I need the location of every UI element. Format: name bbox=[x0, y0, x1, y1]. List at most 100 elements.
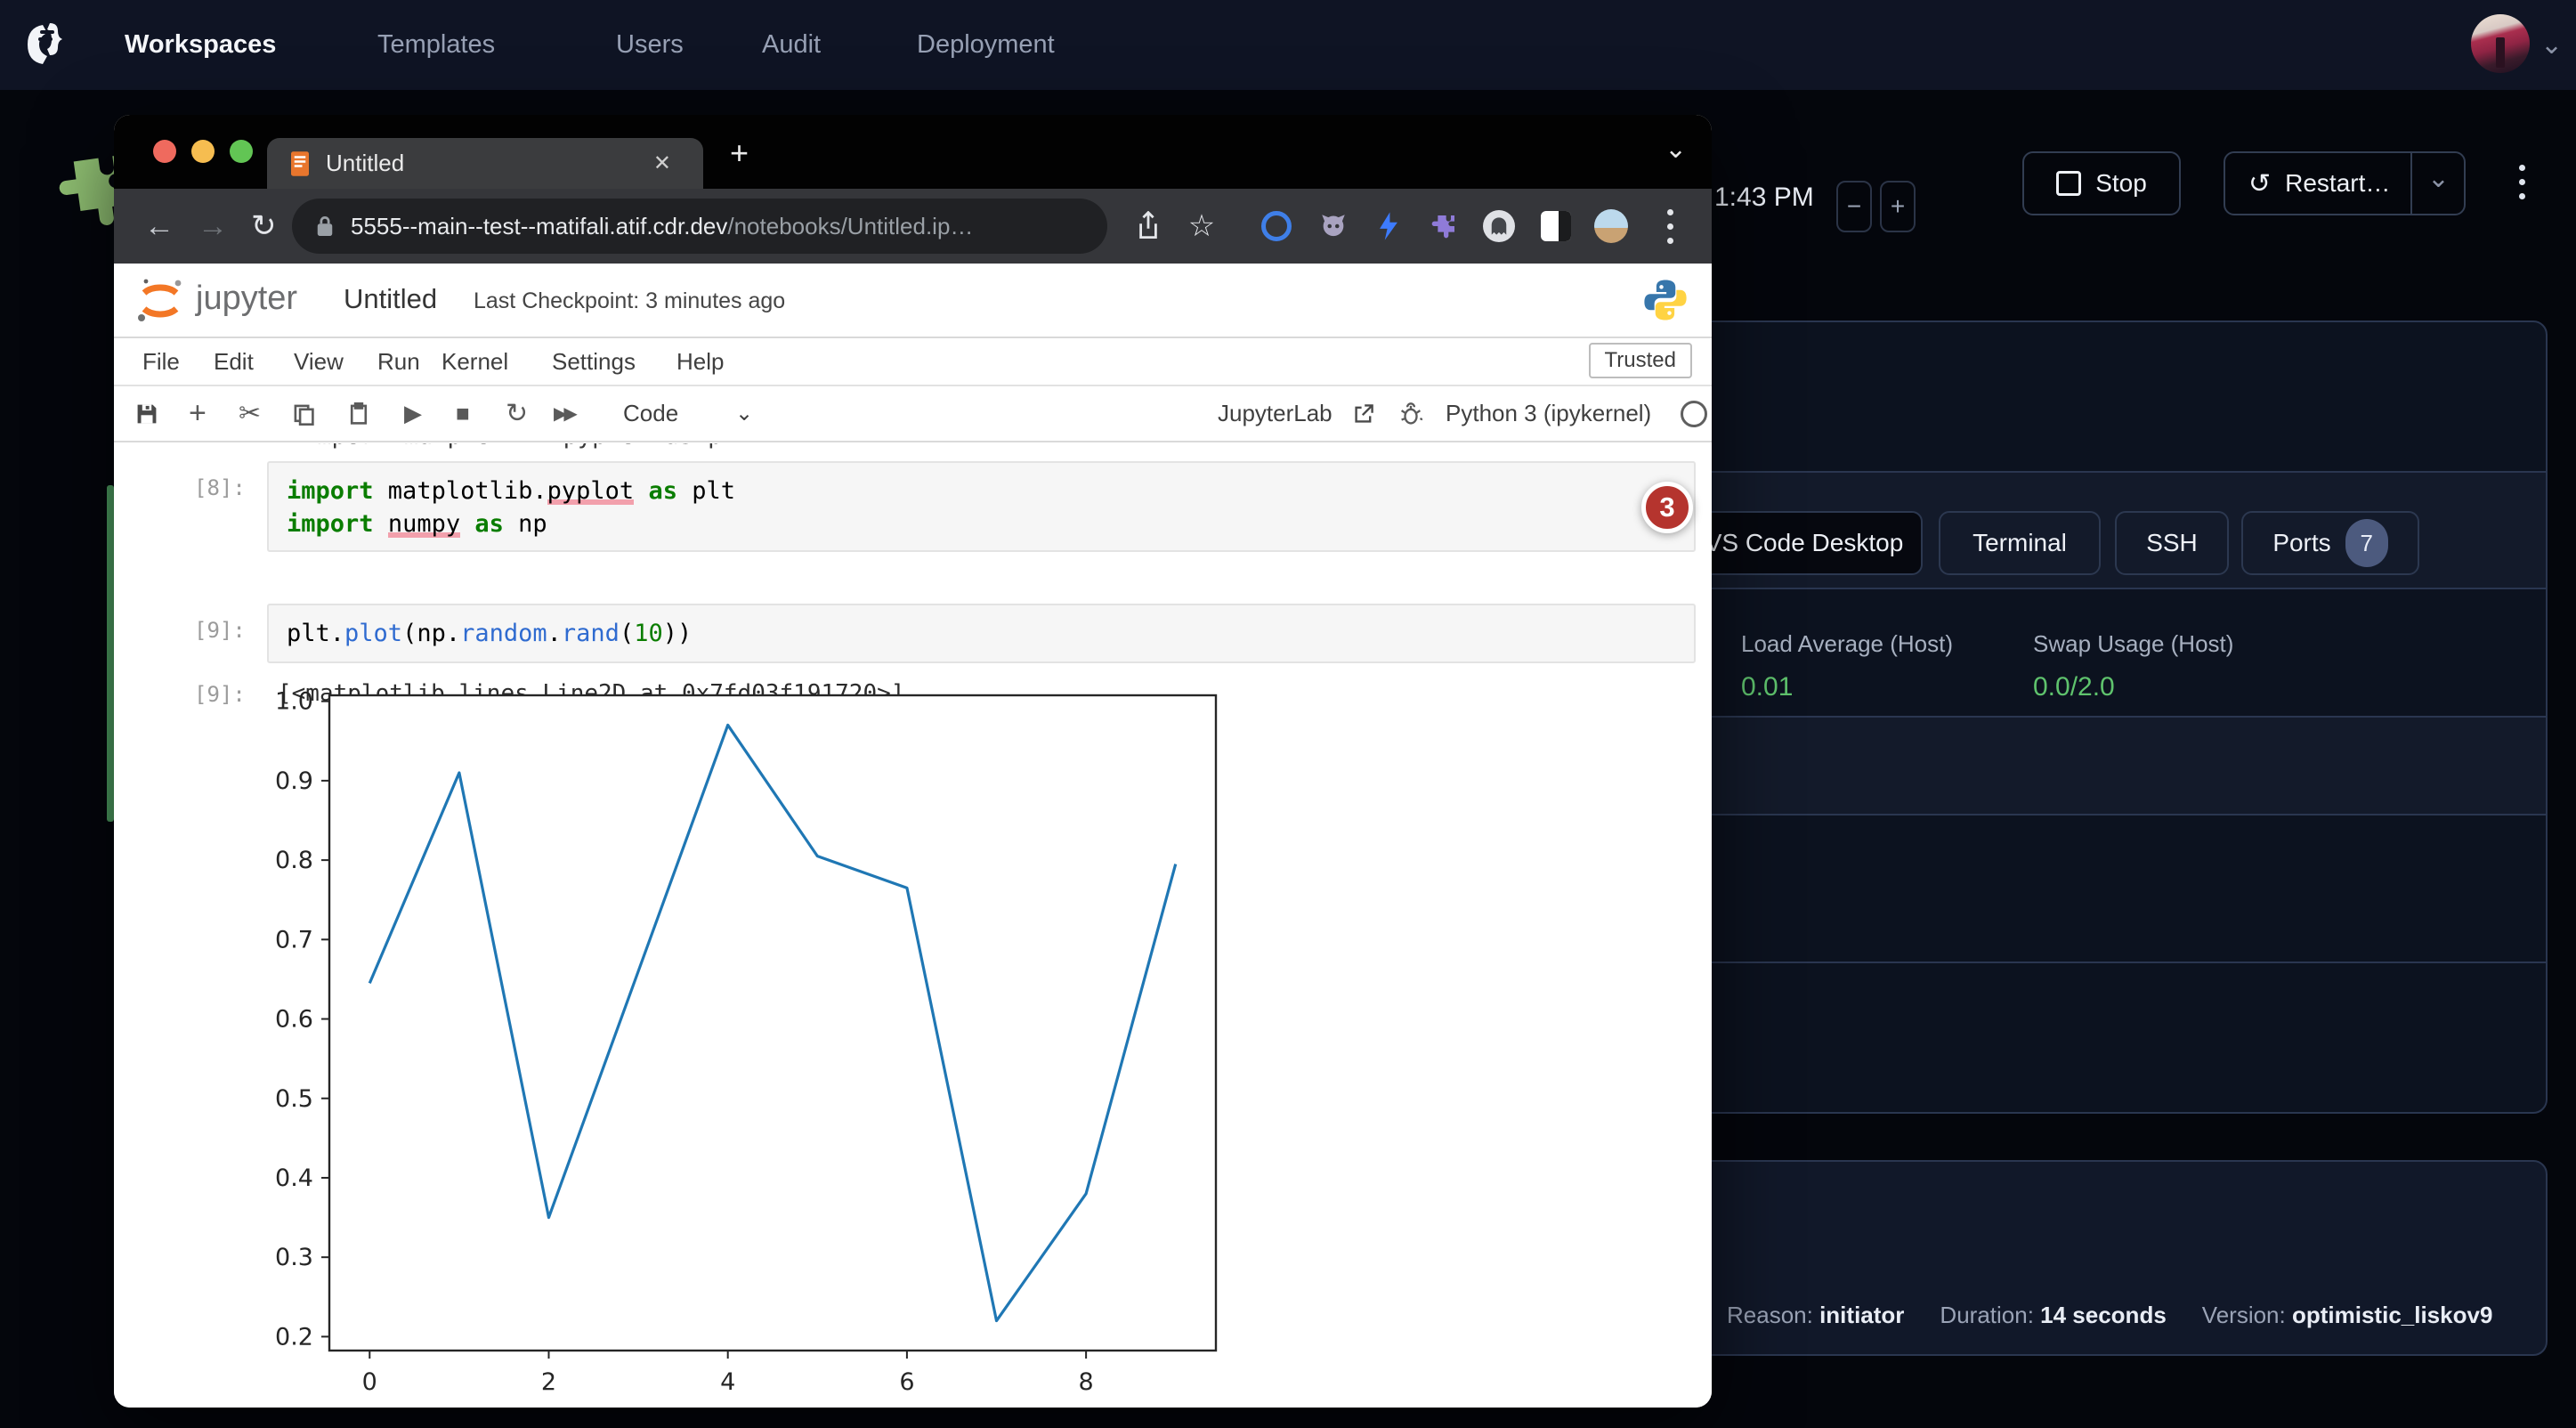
menu-file[interactable]: File bbox=[142, 338, 180, 385]
build-duration: Duration: 14 seconds bbox=[1940, 1302, 2166, 1329]
address-bar[interactable]: 5555--main--test--matifali.atif.cdr.dev/… bbox=[292, 199, 1107, 254]
scrolled-code-remnant: import matplotlib.pyplot as plt bbox=[303, 443, 872, 455]
open-jupyterlab-link[interactable]: JupyterLab bbox=[1218, 386, 1333, 441]
nav-item-users[interactable]: Users bbox=[616, 0, 684, 90]
menu-help[interactable]: Help bbox=[676, 338, 724, 385]
workspace-running-status-bar bbox=[107, 485, 114, 822]
reload-button[interactable]: ↻ bbox=[251, 189, 277, 264]
code-line: import numpy as np bbox=[287, 507, 1676, 540]
chrome-profile-avatar[interactable] bbox=[1588, 189, 1634, 264]
tab-title: Untitled bbox=[326, 150, 404, 177]
cell8-code[interactable]: import matplotlib.pyplot as plt import n… bbox=[267, 461, 1696, 552]
output9-prompt: [9]: bbox=[194, 682, 246, 707]
user-avatar[interactable] bbox=[2471, 14, 2530, 73]
nav-item-deployment[interactable]: Deployment bbox=[917, 0, 1055, 90]
nav-item-workspaces[interactable]: Workspaces bbox=[125, 0, 276, 90]
stat-swap-usage: Swap Usage (Host) 0.0/2.0 bbox=[2033, 630, 2233, 702]
new-tab-button[interactable]: + bbox=[730, 134, 749, 172]
window-close-button[interactable] bbox=[153, 140, 176, 163]
terminal-button[interactable]: Terminal bbox=[1939, 511, 2101, 575]
menu-settings[interactable]: Settings bbox=[552, 338, 636, 385]
notification-count-badge[interactable]: 3 bbox=[1641, 482, 1693, 533]
restart-label: Restart… bbox=[2285, 169, 2390, 198]
svg-text:8: 8 bbox=[1079, 1368, 1094, 1396]
add-cell-button[interactable]: + bbox=[189, 386, 207, 441]
browser-window: Untitled ✕ + ⌄ ← → ↻ 5555--main--test--m… bbox=[114, 115, 1712, 1408]
ports-button[interactable]: Ports 7 bbox=[2241, 511, 2419, 575]
browser-tab[interactable]: Untitled ✕ bbox=[267, 138, 703, 189]
jupyter-header: jupyter Untitled Last Checkpoint: 3 minu… bbox=[114, 264, 1712, 338]
build-version: Version: optimistic_liskov9 bbox=[2202, 1302, 2493, 1329]
bolt-extension-icon[interactable] bbox=[1365, 189, 1412, 264]
split-button-divider bbox=[2410, 153, 2412, 214]
interrupt-kernel-button[interactable]: ■ bbox=[456, 386, 470, 441]
zoom-out-button[interactable]: − bbox=[1836, 181, 1872, 232]
lock-icon bbox=[315, 214, 335, 239]
menu-kernel[interactable]: Kernel bbox=[441, 338, 508, 385]
menu-edit[interactable]: Edit bbox=[214, 338, 254, 385]
debugger-bug-icon[interactable] bbox=[1399, 386, 1422, 441]
menu-run[interactable]: Run bbox=[377, 338, 420, 385]
tab-close-icon[interactable]: ✕ bbox=[653, 150, 671, 176]
terminal-label: Terminal bbox=[1973, 529, 2067, 557]
svg-text:6: 6 bbox=[899, 1368, 914, 1396]
external-link-icon[interactable] bbox=[1353, 386, 1374, 441]
user-menu-chevron-icon[interactable]: ⌄ bbox=[2540, 32, 2563, 59]
ghostery-extension-icon[interactable] bbox=[1476, 189, 1522, 264]
restart-run-all-button[interactable]: ▶▶ bbox=[554, 386, 574, 441]
back-button[interactable]: ← bbox=[144, 189, 174, 264]
code-line: import matplotlib.pyplot as plt bbox=[287, 475, 1676, 507]
nav-item-templates[interactable]: Templates bbox=[377, 0, 495, 90]
stat-load-average: Load Average (Host) 0.01 bbox=[1741, 630, 1953, 702]
notebook-checkpoint: Last Checkpoint: 3 minutes ago bbox=[474, 288, 785, 314]
kernel-status-icon bbox=[1681, 386, 1707, 441]
kernel-name-label[interactable]: Python 3 (ipykernel) bbox=[1446, 386, 1651, 441]
bookmark-star-button[interactable]: ☆ bbox=[1179, 189, 1225, 264]
window-maximize-button[interactable] bbox=[230, 140, 253, 163]
paste-cell-button[interactable] bbox=[347, 386, 370, 441]
workspace-more-menu-button[interactable] bbox=[2519, 157, 2525, 207]
svg-text:0.8: 0.8 bbox=[275, 847, 313, 874]
github-extension-icon[interactable] bbox=[1310, 189, 1357, 264]
window-minimize-button[interactable] bbox=[191, 140, 215, 163]
save-button[interactable] bbox=[135, 386, 158, 441]
ports-count-badge: 7 bbox=[2345, 519, 2388, 567]
forward-button[interactable]: → bbox=[198, 189, 228, 264]
trusted-button[interactable]: Trusted bbox=[1589, 343, 1692, 378]
notebook-file-icon bbox=[288, 150, 312, 177]
share-button[interactable] bbox=[1125, 189, 1171, 264]
restart-workspace-button[interactable]: ↺ Restart… ⌄ bbox=[2224, 151, 2466, 215]
restart-kernel-button[interactable]: ↻ bbox=[506, 386, 528, 441]
svg-text:0: 0 bbox=[362, 1368, 377, 1396]
zoom-in-button[interactable]: + bbox=[1880, 181, 1916, 232]
screen: Workspaces Templates Users Audit Deploym… bbox=[0, 0, 2576, 1428]
notebook-title[interactable]: Untitled bbox=[344, 283, 437, 315]
cell9-prompt: [9]: bbox=[194, 618, 246, 643]
cut-cell-button[interactable]: ✂ bbox=[239, 386, 261, 441]
stop-icon bbox=[2056, 171, 2081, 196]
splitview-extension-icon[interactable] bbox=[1533, 189, 1579, 264]
cell9-code[interactable]: plt.plot(np.random.rand(10)) bbox=[267, 604, 1696, 663]
nav-item-label: Deployment bbox=[917, 30, 1055, 60]
nav-item-audit[interactable]: Audit bbox=[762, 0, 821, 90]
coder-logo-icon[interactable] bbox=[16, 16, 73, 73]
stop-workspace-button[interactable]: Stop bbox=[2022, 151, 2181, 215]
cell-type-select[interactable]: Code bbox=[623, 386, 678, 441]
python-logo-icon bbox=[1641, 276, 1689, 324]
clock-time: 1:43 PM bbox=[1714, 183, 1814, 213]
stat-value: 0.0/2.0 bbox=[2033, 672, 2233, 702]
puzzle-extension-icon[interactable] bbox=[1421, 189, 1467, 264]
cell-type-chevron-icon[interactable]: ⌄ bbox=[735, 386, 753, 441]
run-cell-button[interactable]: ▶ bbox=[404, 386, 422, 441]
copy-cell-button[interactable] bbox=[292, 386, 315, 441]
top-nav-bar: Workspaces Templates Users Audit Deploym… bbox=[0, 0, 2576, 90]
onepassword-extension-icon[interactable] bbox=[1253, 189, 1300, 264]
browser-menu-kebab[interactable] bbox=[1647, 189, 1693, 264]
nav-item-label: Users bbox=[616, 30, 684, 60]
restart-options-chevron-icon[interactable]: ⌄ bbox=[2427, 166, 2450, 192]
stop-label: Stop bbox=[2095, 169, 2147, 198]
menu-view[interactable]: View bbox=[294, 338, 344, 385]
ssh-button[interactable]: SSH bbox=[2115, 511, 2229, 575]
tab-search-chevron-icon[interactable]: ⌄ bbox=[1665, 136, 1687, 163]
line-chart: 024680.20.30.40.50.60.70.80.91.0 bbox=[269, 686, 1284, 1398]
